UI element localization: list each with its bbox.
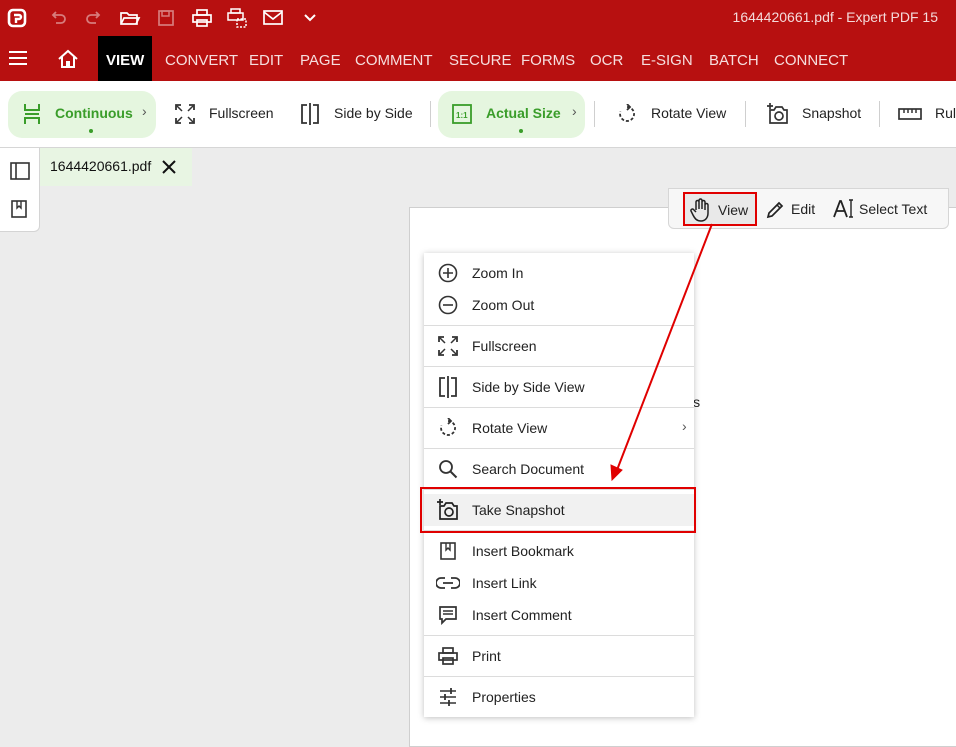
annotation-arrow <box>610 223 713 482</box>
